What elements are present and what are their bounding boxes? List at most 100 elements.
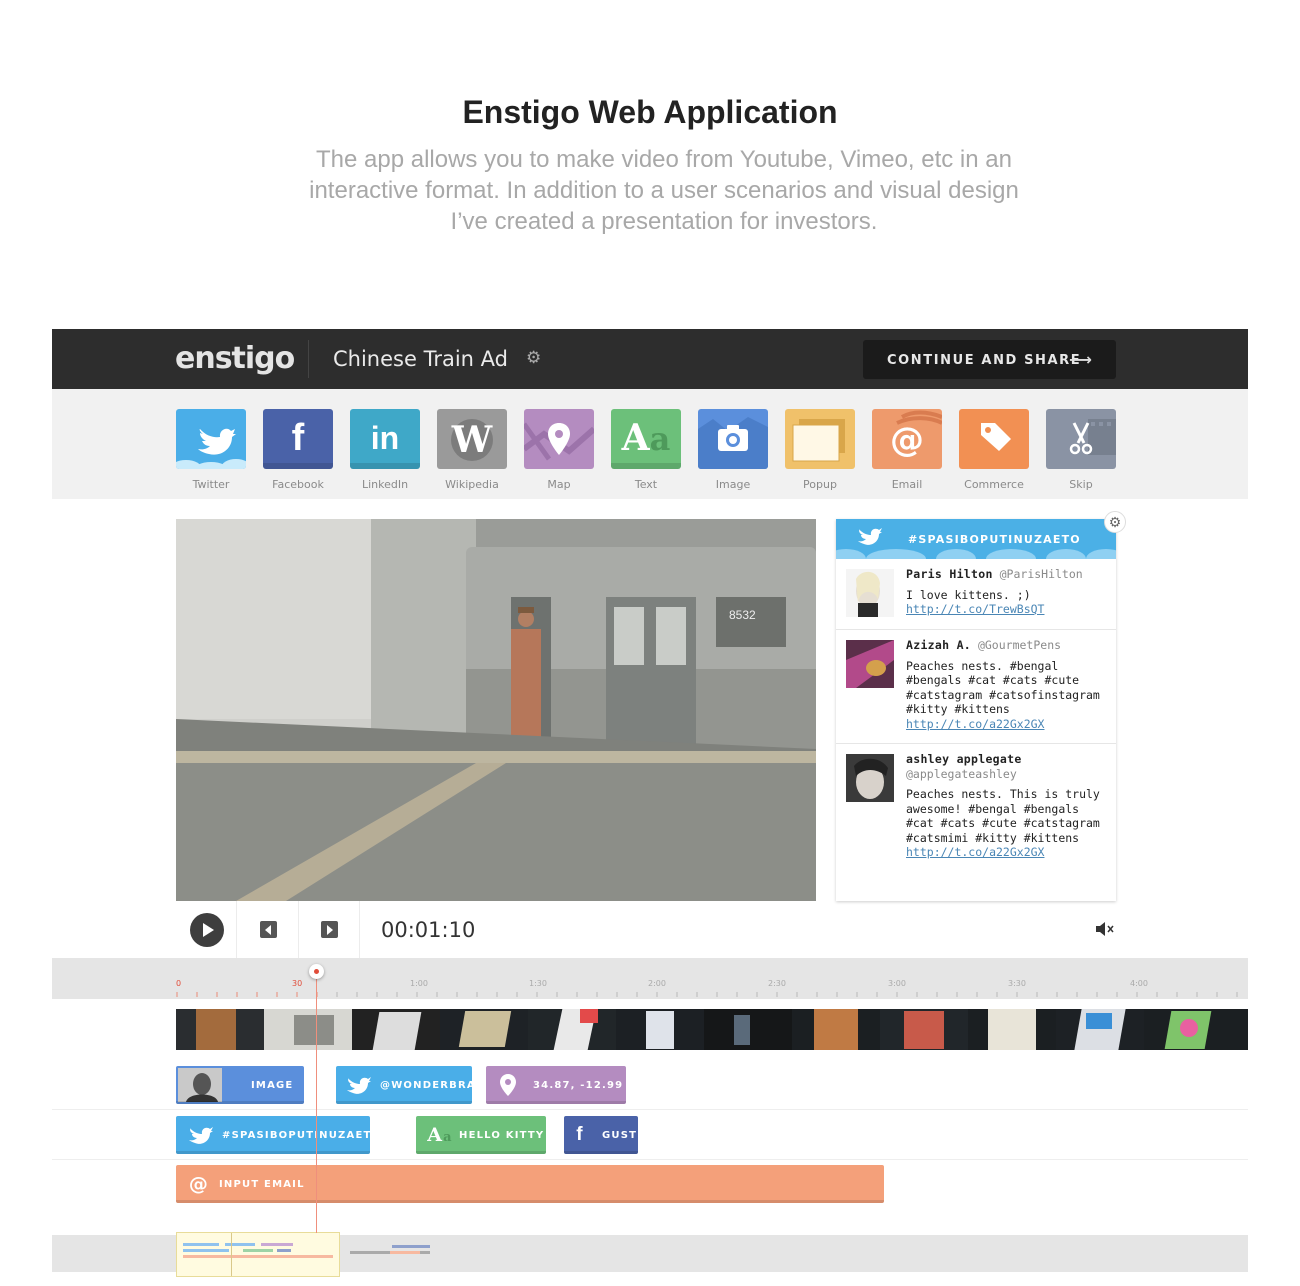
scissors-icon [1069, 419, 1116, 455]
gear-icon[interactable]: ⚙ [1104, 511, 1126, 533]
ruler-label: 1:00 [410, 979, 428, 988]
clip-twitter-wonderbra[interactable]: @WONDERBRA [336, 1066, 472, 1104]
twitter-bird-icon [186, 1116, 216, 1154]
clip-image[interactable]: IMAGE [176, 1066, 304, 1104]
tool-email[interactable]: @ Email [872, 409, 942, 491]
tool-label: Twitter [192, 478, 230, 491]
tweet[interactable]: Azizah A. @GourmetPens Peaches nests. #b… [836, 630, 1116, 744]
tool-label: Facebook [272, 478, 324, 491]
clip-label: INPUT EMAIL [219, 1179, 305, 1190]
clip-label: #SPASIBOPUTINUZAETO [222, 1130, 370, 1141]
tweet[interactable]: Paris Hilton @ParisHilton I love kittens… [836, 559, 1116, 630]
linkedin-icon: in [370, 420, 400, 456]
player-controls: 00:01:10 [176, 901, 1120, 958]
divider [298, 901, 299, 958]
tweet[interactable]: ashley applegate @applegateashley Peaches… [836, 744, 1116, 901]
tweet-handle[interactable]: @GourmetPens [978, 638, 1061, 652]
hashtag-title: #SPASIBOPUTINUZAETO [908, 533, 1081, 546]
divider [308, 340, 309, 378]
tool-map[interactable]: Map [524, 409, 594, 491]
intro-title: Enstigo Web Application [462, 94, 838, 130]
play-button[interactable] [190, 913, 224, 947]
twitter-feed-widget: #SPASIBOPUTINUZAETO ⚙ Paris Hilton @Pari… [836, 511, 1126, 901]
tool-label: Wikipedia [445, 478, 499, 491]
twitter-feed-header: #SPASIBOPUTINUZAETO [836, 519, 1116, 559]
clip-label: HELLO KITTY [459, 1130, 545, 1141]
tool-label: Image [715, 478, 751, 491]
overview-clip-mark [390, 1251, 420, 1254]
tool-skip[interactable]: Skip [1046, 409, 1116, 491]
tool-commerce[interactable]: Commerce [959, 409, 1029, 491]
ruler-label: 30 [292, 979, 302, 988]
facebook-icon: f [576, 1124, 584, 1145]
ruler-label: 2:00 [648, 979, 666, 988]
step-forward-button[interactable] [321, 921, 338, 938]
image-thumbnail [178, 1068, 222, 1102]
timeline-ruler[interactable]: 0 30 1:00 1:30 2:00 2:30 3:00 3:30 4:00 [52, 958, 1248, 999]
tweet-author: Azizah A. [906, 638, 972, 652]
text-icon: Aa [427, 1124, 453, 1146]
mute-icon[interactable] [1094, 919, 1116, 939]
overview-clip-mark [392, 1245, 430, 1248]
clip-facebook-gust[interactable]: f GUST [564, 1116, 638, 1154]
tweet-author: ashley applegate [906, 752, 1022, 766]
tool-wikipedia[interactable]: W Wikipedia [437, 409, 507, 491]
overview-viewport[interactable] [176, 1232, 340, 1277]
app-window: enstigo Chinese Train Ad ⚙ CONTINUE AND … [52, 329, 1248, 1286]
tweet-handle[interactable]: @ParisHilton [1000, 567, 1083, 581]
clip-input-email[interactable]: @ INPUT EMAIL [176, 1165, 884, 1203]
tweet-text: Peaches nests. #bengal #bengals #cat #ca… [906, 658, 1100, 717]
tweet-link[interactable]: http://t.co/a22Gx2GX [906, 717, 1112, 732]
playhead-handle[interactable] [309, 964, 324, 979]
track-divider [52, 1159, 1248, 1160]
wikipedia-icon: W [451, 419, 493, 461]
ruler-label: 3:00 [888, 979, 906, 988]
svg-text:8532: 8532 [729, 608, 756, 622]
tool-label: Skip [1069, 478, 1093, 491]
tweet-link[interactable]: http://t.co/TrewBsQT [906, 602, 1112, 617]
tool-label: Email [891, 478, 923, 491]
top-bar: enstigo Chinese Train Ad ⚙ CONTINUE AND … [52, 329, 1248, 389]
clip-label: @WONDERBRA [380, 1080, 472, 1091]
tweet-text: I love kittens. ;) [906, 587, 1031, 602]
ruler-label: 4:00 [1130, 979, 1148, 988]
tweet-handle[interactable]: @applegateashley [906, 767, 1017, 781]
enstigo-logo[interactable]: enstigo [175, 341, 295, 376]
at-icon: @ [188, 1173, 210, 1195]
ruler-label: 0 [176, 979, 181, 988]
tool-facebook[interactable]: f Facebook [263, 409, 333, 491]
clip-text-hello-kitty[interactable]: Aa HELLO KITTY [416, 1116, 546, 1154]
clip-map[interactable]: 34.87, -12.99 [486, 1066, 626, 1104]
track-divider [52, 1109, 1248, 1110]
video-filmstrip[interactable] [176, 1009, 1248, 1050]
tool-label: Commerce [964, 478, 1024, 491]
ruler-ticks: 0 30 1:00 1:30 2:00 2:30 3:00 3:30 4:00 [176, 979, 1238, 997]
arrow-right-icon: ⟶ [1069, 350, 1094, 369]
continue-and-share-button[interactable]: CONTINUE AND SHARE ⟶ [863, 340, 1116, 379]
map-pin-icon [496, 1066, 520, 1104]
avatar [846, 754, 894, 802]
ruler-label: 3:30 [1008, 979, 1026, 988]
ruler-label: 2:30 [768, 979, 786, 988]
continue-label: CONTINUE AND SHARE [887, 353, 1082, 368]
ruler-label: 1:30 [529, 979, 547, 988]
project-title[interactable]: Chinese Train Ad [333, 347, 508, 371]
tool-linkedin[interactable]: in LinkedIn [350, 409, 420, 491]
tool-twitter[interactable]: Twitter [176, 409, 246, 491]
tool-popup[interactable]: Popup [785, 409, 855, 491]
clip-label: GUST [602, 1130, 638, 1141]
tweet-link[interactable]: http://t.co/a22Gx2GX [906, 845, 1112, 860]
clip-twitter-hashtag[interactable]: #SPASIBOPUTINUZAETO [176, 1116, 370, 1154]
playhead-line [316, 967, 317, 1233]
video-frame[interactable]: 8532 [176, 519, 816, 901]
tag-icon [981, 423, 1011, 451]
popup-icon [792, 419, 845, 462]
gear-icon[interactable]: ⚙ [526, 349, 544, 367]
facebook-icon: f [291, 417, 305, 459]
text-icon: Aa [621, 417, 671, 459]
step-back-button[interactable] [260, 921, 277, 938]
tweet-author: Paris Hilton [906, 567, 993, 581]
tool-image[interactable]: Image [698, 409, 768, 491]
tool-text[interactable]: Aa Text [611, 409, 681, 491]
timecode: 00:01:10 [381, 918, 476, 942]
